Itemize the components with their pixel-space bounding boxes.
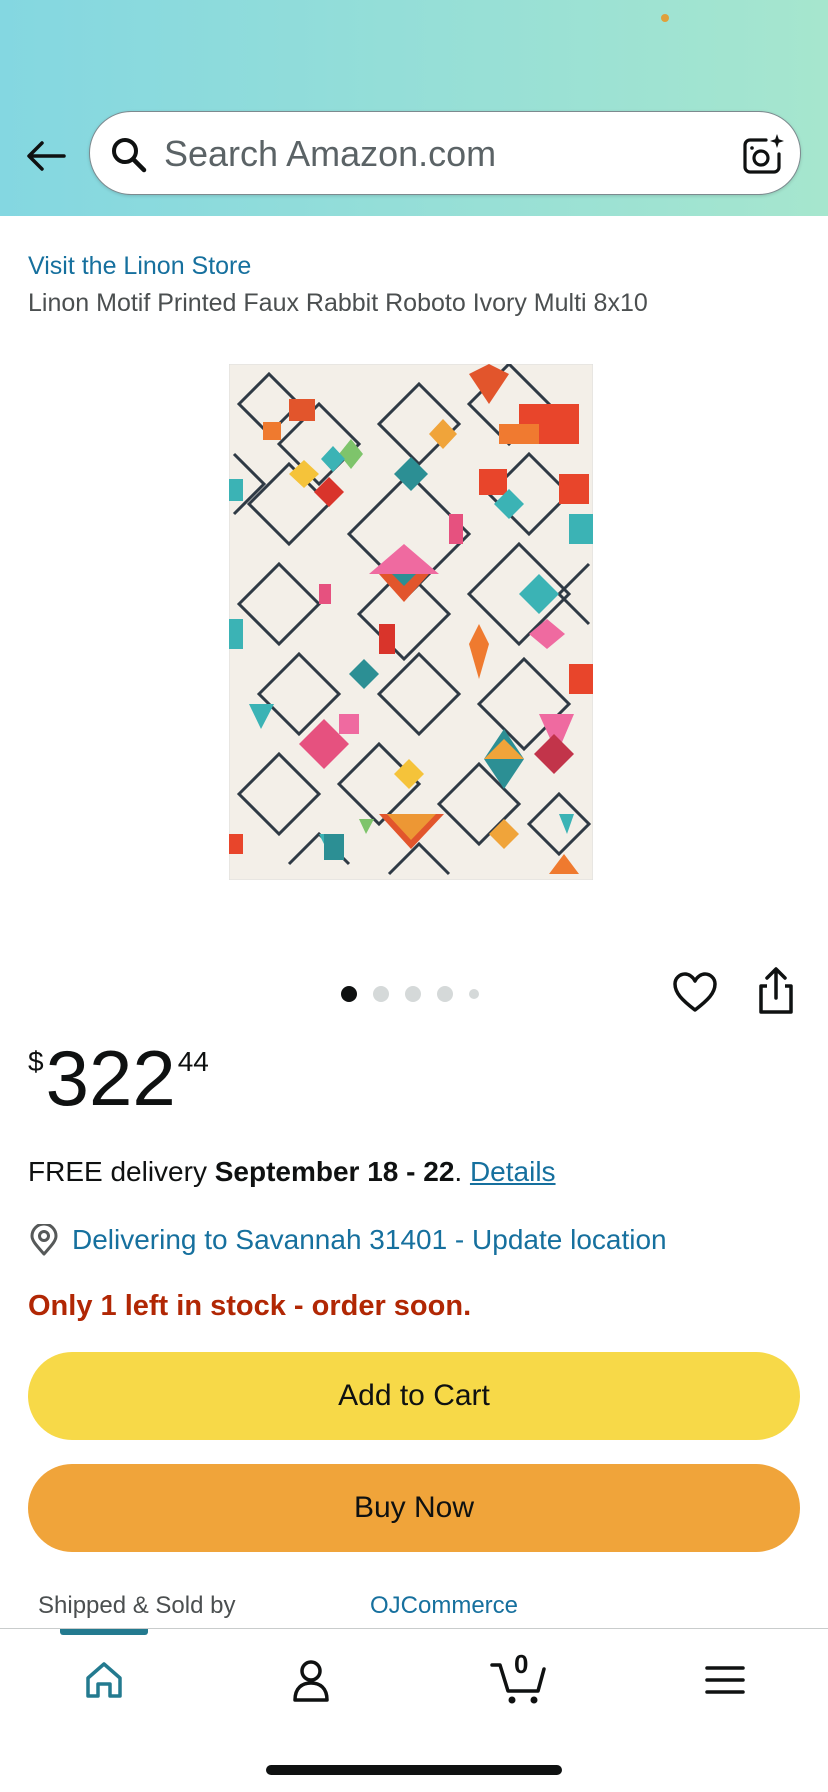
add-to-cart-button[interactable]: Add to Cart [28, 1352, 800, 1440]
product-title: Linon Motif Printed Faux Rabbit Roboto I… [28, 289, 648, 317]
image-pagination [341, 986, 479, 1002]
pagination-dot[interactable] [469, 989, 479, 999]
delivery-info: FREE delivery September 18 - 22. Details [28, 1156, 556, 1188]
pagination-dot[interactable] [341, 986, 357, 1002]
wishlist-heart-icon[interactable] [672, 970, 718, 1016]
header-bar [0, 0, 828, 216]
delivery-location[interactable]: Delivering to Savannah 31401 - Update lo… [28, 1220, 667, 1260]
nav-account[interactable] [283, 1653, 339, 1707]
search-bar[interactable] [89, 111, 801, 195]
price-fraction: 44 [177, 1046, 209, 1077]
buy-now-button[interactable]: Buy Now [28, 1464, 800, 1552]
back-button[interactable] [22, 134, 70, 178]
back-arrow-icon [27, 141, 66, 171]
pagination-dot[interactable] [405, 986, 421, 1002]
delivery-suffix: . [454, 1156, 470, 1187]
price-currency-symbol: $ [28, 1046, 44, 1077]
delivery-details-link[interactable]: Details [470, 1156, 556, 1187]
pagination-dot[interactable] [373, 986, 389, 1002]
price-whole: 322 [45, 1034, 176, 1122]
camera-search-icon[interactable] [740, 132, 786, 178]
stock-warning: Only 1 left in stock - order soon. [28, 1290, 472, 1322]
nav-cart[interactable]: 0 [488, 1649, 552, 1707]
share-icon[interactable] [753, 966, 799, 1016]
search-icon [112, 138, 147, 173]
nav-active-indicator [60, 1629, 148, 1635]
product-image[interactable] [229, 364, 593, 880]
menu-hamburger-icon [705, 1666, 745, 1694]
location-pin-icon [30, 1224, 58, 1256]
status-indicator-dot [661, 14, 669, 22]
price: $ 322 44 [28, 1038, 209, 1118]
seller-label: Shipped & Sold by [38, 1592, 236, 1619]
location-text: Delivering to Savannah 31401 - Update lo… [72, 1224, 667, 1255]
home-indicator-bar [266, 1765, 562, 1775]
nav-home[interactable] [76, 1653, 132, 1707]
nav-menu[interactable] [697, 1653, 753, 1707]
delivery-prefix: FREE delivery [28, 1156, 215, 1187]
pagination-dot[interactable] [437, 986, 453, 1002]
visit-store-link[interactable]: Visit the Linon Store [28, 252, 251, 281]
seller-name-link[interactable]: OJCommerce [370, 1592, 518, 1620]
delivery-dates: September 18 - 22 [214, 1156, 455, 1187]
search-input[interactable] [164, 132, 684, 176]
account-icon [293, 1660, 329, 1702]
home-icon [86, 1662, 122, 1698]
cart-count-badge: 0 [514, 1649, 529, 1679]
